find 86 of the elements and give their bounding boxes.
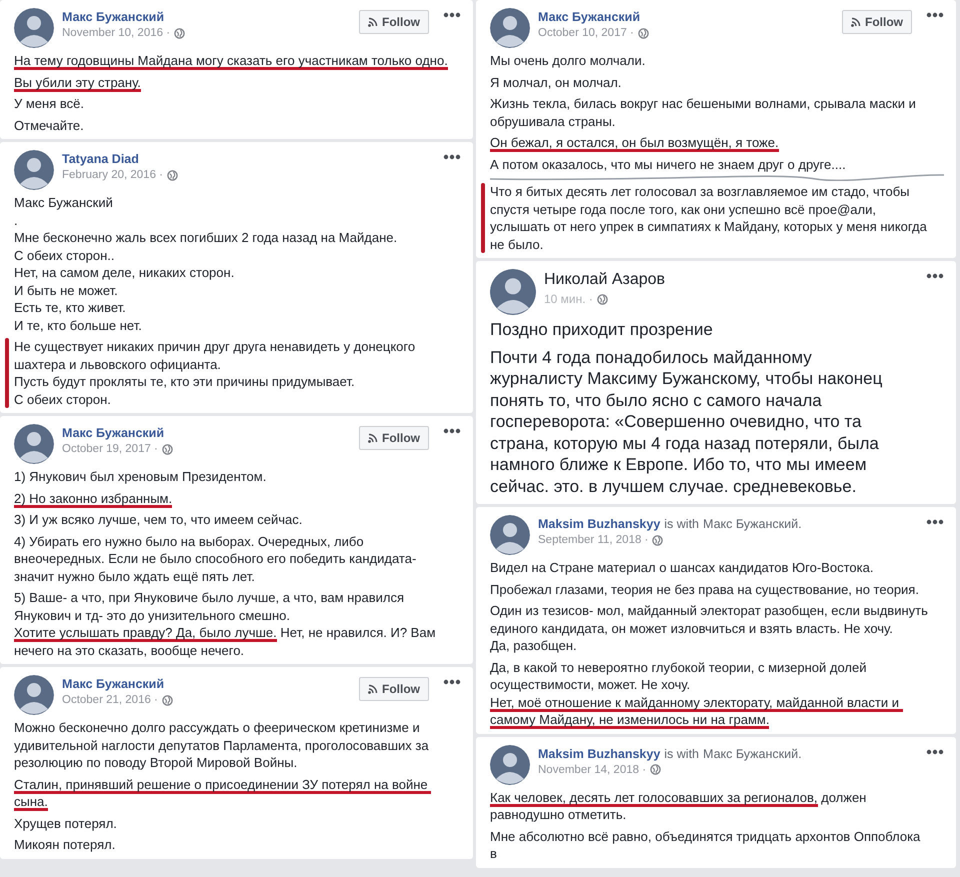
more-icon	[926, 273, 944, 279]
post-text: У меня всё.	[14, 95, 85, 112]
author-name[interactable]: Макс Бужанский	[62, 10, 164, 24]
globe-icon	[638, 28, 649, 38]
post-text: .	[14, 212, 19, 229]
rss-icon	[851, 17, 861, 27]
more-icon	[443, 428, 461, 434]
post-text: Нет, на самом деле, никаких сторон.	[14, 264, 236, 282]
post-text: страна, которую мы 4 года назад потеряли, была	[490, 432, 880, 454]
post-text: журналисту Максиму Бужанскому, чтобы наконец	[490, 368, 884, 390]
post-text: Хрущев потерял.	[14, 814, 118, 832]
author-name[interactable]: Maksim Buzhanskyy	[538, 746, 660, 760]
more-icon	[926, 748, 944, 754]
avatar-icon	[490, 744, 530, 784]
post-text: Что я битых десять лет голосовал за возглавляемое им стадо, чтобы спустя четыре года после того, как они успешно всё прое@али, услышать от него упрек в симпатиях к Майдану, которых у меня никогда не было.	[490, 183, 928, 253]
avatar-icon	[490, 8, 530, 48]
post-text: Да, разобщен.	[490, 637, 578, 654]
author-name[interactable]: Tatyana Diad	[62, 152, 139, 166]
post-text: 4) Убирать его нужно было на выборах. Очередных, либо внеочередных. Если не было способного его победить кандидата- значит нужно было ждать ещё пять лет.	[14, 532, 418, 585]
post-text: намного ближе к Европе. Ибо то, что мы имеем	[490, 454, 868, 476]
post-text: Макс Бужанский	[14, 194, 114, 212]
avatar-icon	[490, 269, 536, 315]
author-name[interactable]: Maksim Buzhanskyy	[538, 517, 660, 531]
globe-icon	[596, 294, 608, 304]
post-text: 3) И уж всяко лучше, чем то, что имеем сейчас.	[14, 511, 304, 528]
more-icon	[443, 679, 461, 685]
post-text: А потом оказалось, что мы ничего не знаем друг о друге....	[490, 156, 847, 173]
more-icon	[443, 154, 461, 160]
post-text: Микоян потерял.	[14, 836, 116, 854]
post-text: Пусть будут прокляты те, кто эти причины придумывает.	[14, 373, 356, 390]
post-text: Мне абсолютно всё равно, объединятся тридцать архонтов Оппоблока в	[490, 828, 922, 862]
more-icon	[443, 12, 461, 18]
post-text: госпереворота: «Совершенно очевидно, что та	[490, 411, 862, 432]
post-text: Отмечайте.	[14, 116, 85, 134]
follow-button[interactable]: Follow	[359, 426, 429, 450]
post-text: Я молчал, он молчал.	[490, 74, 622, 91]
follow-button[interactable]: Follow	[842, 10, 912, 34]
post-text: Мне бесконечно жаль всех погибших 2 года назад на Майдане.	[14, 229, 398, 246]
globe-icon	[650, 764, 662, 775]
follow-button[interactable]: Follow	[359, 10, 429, 34]
globe-icon	[167, 170, 178, 180]
rss-icon	[368, 684, 378, 694]
post-text: Мы очень долго молчали.	[490, 52, 646, 70]
avatar-icon	[14, 150, 54, 190]
post-text: Да, в какой то невероятно глубокой теории, с мизерной долей осуществимости, может. Не хочу.	[490, 658, 868, 694]
globe-icon	[652, 534, 664, 546]
post-text: Видел на Стране материал о шансах кандидатов Юго-Востока.	[490, 559, 874, 576]
with-label: is with	[664, 746, 700, 760]
post-text: 5) Ваше- а что, при Януковиче было лучше, а что, вам нравился Янукович и тд- это до унизительного смешно.	[14, 589, 406, 624]
post-text: На тему годовщины Майдана могу сказать его участникам только одно.	[14, 52, 449, 70]
globe-icon	[162, 694, 173, 706]
post-text: Не существует никаких причин друг друга ненавидеть у донецкого шахтера и львовского официанта.	[14, 338, 416, 373]
post-text: Почти 4 года понадобилось майданному	[490, 346, 813, 368]
author-name[interactable]: Макс Бужанский	[538, 10, 640, 24]
avatar-icon	[14, 424, 54, 464]
post-text: 1) Янукович был хреновым Президентом.	[14, 468, 268, 486]
post-text: И те, кто больше нет.	[14, 316, 143, 334]
globe-icon	[174, 28, 186, 38]
post-text: понять то, что было ясно с самого начала	[490, 390, 823, 411]
post-text: С обеих сторон..	[14, 246, 116, 264]
more-icon	[926, 12, 944, 18]
post-text: Можно бесконечно долго рассуждать о феерическом кретинизме и удивительной наглости депутатов Парламента, проголосовавших за резолюцию по поводу Второй Мировой Войны.	[14, 719, 430, 772]
post-text: Жизнь текла, билась вокруг нас бешеными волнами, срывала маски и обрушивала страны.	[490, 95, 917, 130]
tagged-name[interactable]: Макс Бужанский.	[703, 746, 802, 760]
rss-icon	[368, 433, 378, 443]
post-text: Есть те, кто живет.	[14, 299, 127, 316]
post-text: Поздно приходит прозрение	[490, 319, 714, 340]
avatar-icon	[490, 515, 530, 555]
globe-icon	[162, 444, 173, 454]
post-text: И быть не может.	[14, 282, 119, 299]
author-name[interactable]: Макс Бужанский	[62, 677, 164, 691]
with-label: is with	[664, 517, 700, 531]
avatar-icon	[14, 675, 54, 715]
post-text: Хотите услышать правду? Да, было лучше. Нет, не нравился. И? Вам нечего на это сказать, вообще нечего.	[14, 624, 437, 659]
post-text: сейчас. это. в лучшем случае. средневековье.	[490, 476, 858, 497]
follow-button[interactable]: Follow	[359, 677, 429, 701]
author-name[interactable]: Макс Бужанский	[62, 426, 164, 440]
more-icon	[926, 519, 944, 525]
post-text: Пробежал глазами, теория не без права на существование, но теория.	[490, 580, 920, 598]
post-text: Один из тезисов- мол, майданный электорат разобщен, если выдвинуть единого кандидата, он может изловчиться и взять власть. Не хочу.	[490, 602, 929, 637]
post-text: Как человек, десять лет голосовавших за регионалов, должен равнодушно отметить.	[490, 788, 868, 824]
author-name[interactable]: Николай Азаров	[544, 271, 666, 289]
tagged-name[interactable]: Макс Бужанский.	[703, 517, 802, 531]
rss-icon	[368, 17, 378, 27]
post-text: С обеих сторон.	[14, 390, 112, 408]
avatar-icon	[14, 8, 54, 48]
